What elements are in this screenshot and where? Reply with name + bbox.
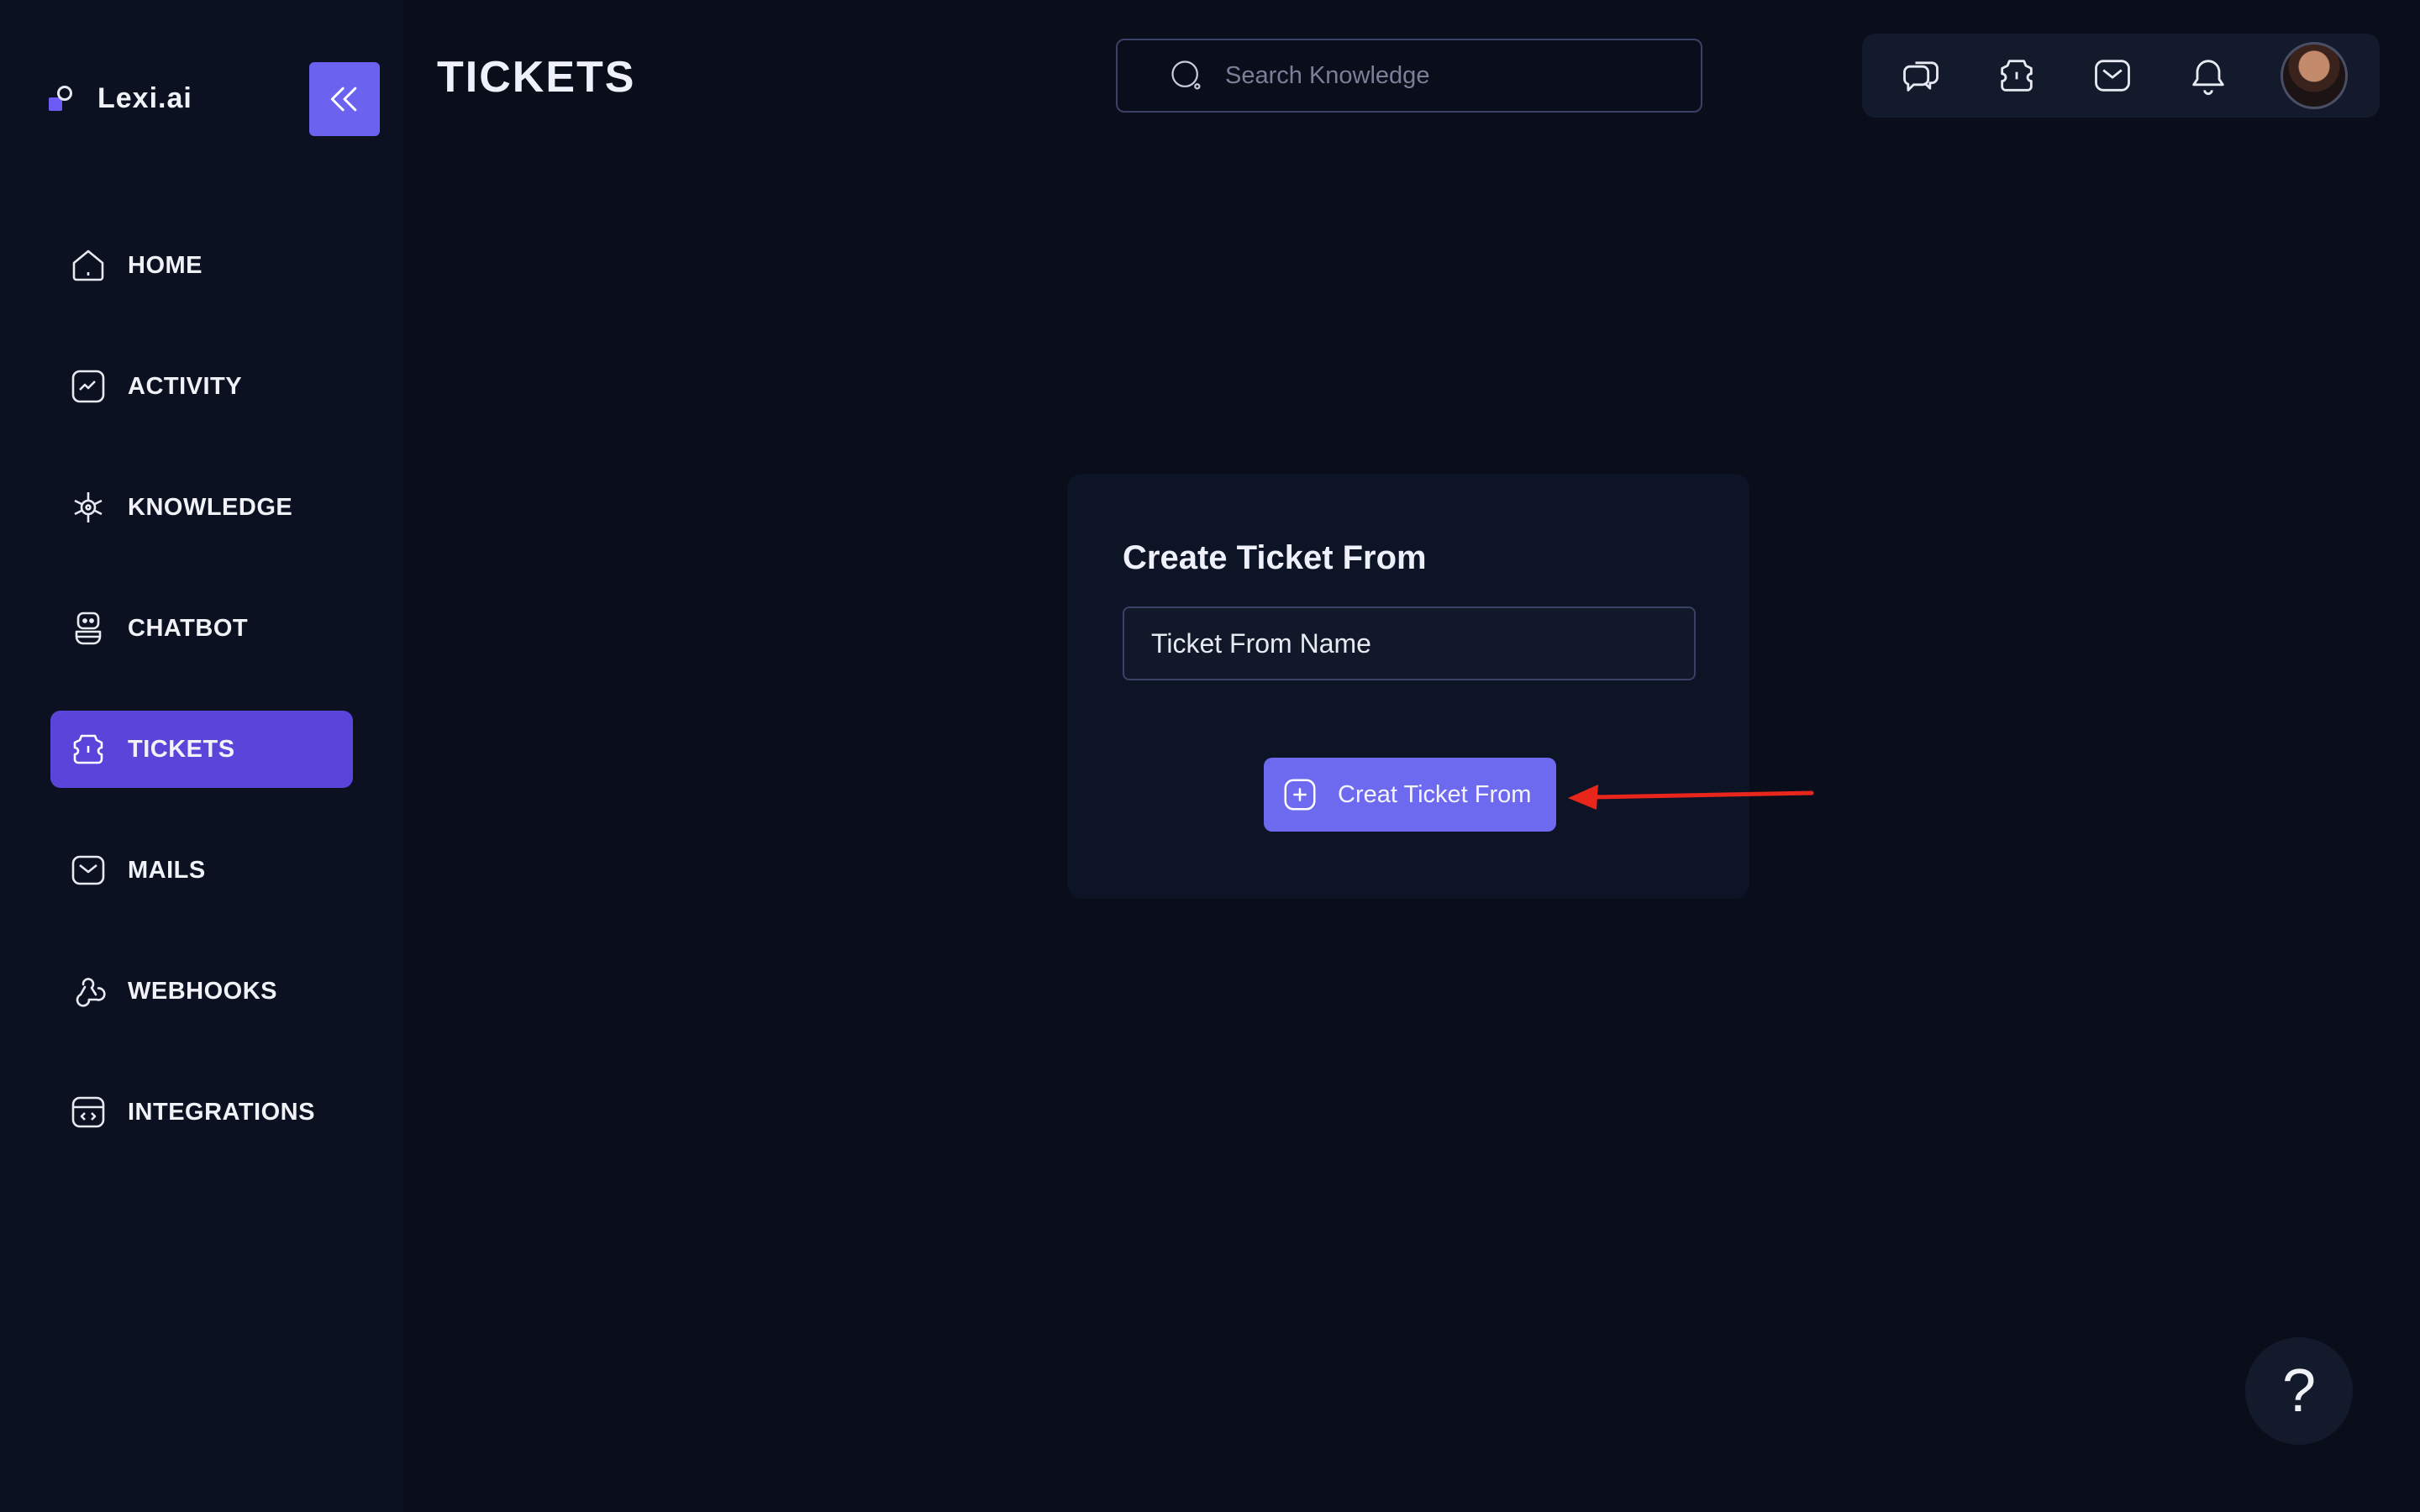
activity-icon xyxy=(67,365,109,407)
ticket-from-name-input[interactable] xyxy=(1123,606,1696,680)
help-label: ? xyxy=(2281,1357,2317,1425)
webhook-icon xyxy=(67,970,109,1012)
logo[interactable]: Lexi.ai xyxy=(49,82,192,115)
home-icon xyxy=(67,244,109,286)
search-input[interactable] xyxy=(1225,61,1662,90)
sidebar-nav: HOME ACTIVITY KNOWLEDGE CHATBOT TICKETS … xyxy=(50,227,353,1194)
code-icon xyxy=(67,1091,109,1133)
chevrons-left-icon xyxy=(330,87,357,112)
sidebar: Lexi.ai HOME ACTIVITY KNOWLEDGE CHATBOT … xyxy=(0,0,403,1512)
sidebar-item-label: MAILS xyxy=(128,856,206,884)
sidebar-item-label: KNOWLEDGE xyxy=(128,493,293,521)
app-root: Lexi.ai HOME ACTIVITY KNOWLEDGE CHATBOT … xyxy=(0,0,2420,1512)
create-ticket-from-button-label: Creat Ticket From xyxy=(1338,780,1532,808)
sidebar-item-label: WEBHOOKS xyxy=(128,977,277,1005)
sidebar-item-label: CHATBOT xyxy=(128,614,249,642)
page-title: TICKETS xyxy=(437,53,636,102)
plus-square-icon xyxy=(1284,779,1316,811)
search-bar[interactable] xyxy=(1116,39,1702,113)
sidebar-item-label: HOME xyxy=(128,251,203,279)
sidebar-item-webhooks[interactable]: WEBHOOKS xyxy=(50,953,353,1030)
create-ticket-card: Create Ticket From Creat Ticket From xyxy=(1067,474,1749,899)
app-name: Lexi.ai xyxy=(97,82,192,114)
robot-icon xyxy=(67,607,109,649)
top-actions-bar xyxy=(1862,34,2380,118)
avatar[interactable] xyxy=(2281,42,2348,109)
bell-icon[interactable] xyxy=(2183,50,2233,101)
ticket-icon[interactable] xyxy=(1991,50,2042,101)
mail-icon xyxy=(67,849,109,891)
sidebar-item-label: INTEGRATIONS xyxy=(128,1098,315,1126)
sidebar-item-label: ACTIVITY xyxy=(128,372,243,400)
collapse-sidebar-button[interactable] xyxy=(309,62,380,136)
mail-icon[interactable] xyxy=(2087,50,2138,101)
sidebar-item-tickets[interactable]: TICKETS xyxy=(50,711,353,788)
chat-icon[interactable] xyxy=(1896,50,1946,101)
sidebar-item-mails[interactable]: MAILS xyxy=(50,832,353,909)
card-title: Create Ticket From xyxy=(1123,539,1427,576)
logo-mark-icon xyxy=(49,84,74,114)
sidebar-item-activity[interactable]: ACTIVITY xyxy=(50,348,353,425)
sidebar-item-label: TICKETS xyxy=(128,735,235,763)
ticket-icon xyxy=(67,728,109,770)
sidebar-item-chatbot[interactable]: CHATBOT xyxy=(50,590,353,667)
sidebar-item-integrations[interactable]: INTEGRATIONS xyxy=(50,1074,353,1151)
knowledge-icon xyxy=(67,486,109,528)
sidebar-item-knowledge[interactable]: KNOWLEDGE xyxy=(50,469,353,546)
help-button[interactable]: ? xyxy=(2245,1337,2353,1445)
sidebar-item-home[interactable]: HOME xyxy=(50,227,353,304)
create-ticket-from-button[interactable]: Creat Ticket From xyxy=(1264,758,1556,832)
annotation-arrow-icon xyxy=(1568,785,1814,810)
search-icon xyxy=(1171,60,1201,90)
